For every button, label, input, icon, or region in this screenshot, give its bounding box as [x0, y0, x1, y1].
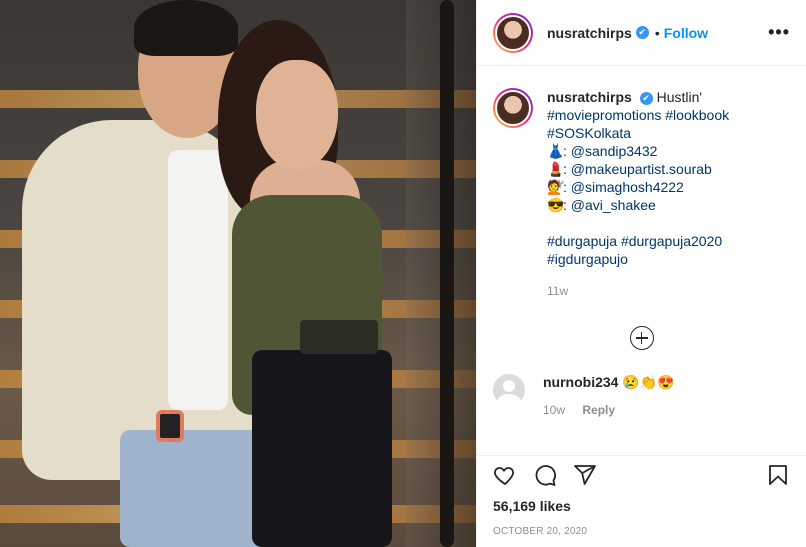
credit-handle[interactable]: @avi_shakee — [571, 197, 656, 213]
more-options-icon[interactable]: ••• — [768, 22, 790, 43]
comment-meta: 10w Reply — [543, 403, 675, 417]
credit-line: 💇: @simaghosh4222 — [547, 179, 684, 195]
caption-text: Hustlin' — [656, 89, 703, 105]
watch — [156, 410, 184, 442]
comment-line: nurnobi234 😢👏😍 — [543, 374, 675, 391]
reply-button[interactable]: Reply — [582, 403, 615, 417]
woman-pants — [252, 350, 392, 547]
avatar-image — [495, 14, 531, 51]
comment-item: nurnobi234 😢👏😍 10w Reply — [493, 374, 790, 417]
caption: nusratchirps ✔ Hustlin' #moviepromotions… — [493, 88, 790, 300]
post-header: nusratchirps ✔ • Follow ••• — [477, 0, 806, 66]
sunglasses-icon: 😎 — [547, 197, 565, 213]
caption-username[interactable]: nusratchirps — [547, 89, 632, 105]
woman-face — [256, 60, 338, 170]
caption-timestamp[interactable]: 11w — [547, 282, 729, 300]
man-hair — [134, 0, 238, 56]
credit-handle[interactable]: @makeupartist.sourab — [571, 161, 712, 177]
credit-handle[interactable]: @simaghosh4222 — [571, 179, 684, 195]
follow-button[interactable]: Follow — [664, 25, 708, 41]
man-jeans — [120, 430, 270, 547]
comment-body: nurnobi234 😢👏😍 10w Reply — [543, 374, 675, 417]
action-icons — [493, 458, 790, 492]
caption-hashtags-1[interactable]: #moviepromotions #lookbook — [547, 106, 729, 124]
action-bar: 56,169 likes OCTOBER 20, 2020 — [477, 455, 806, 537]
caption-hashtags-3[interactable]: #durgapuja #durgapuja2020 — [547, 232, 729, 250]
load-more-icon[interactable] — [629, 326, 654, 350]
lipstick-icon: 💄 — [547, 161, 565, 177]
post-photo[interactable] — [0, 0, 476, 547]
comments-area[interactable]: nusratchirps ✔ Hustlin' #moviepromotions… — [477, 66, 806, 455]
caption-first-line: nusratchirps ✔ Hustlin' — [547, 88, 729, 106]
credit-handle[interactable]: @sandip3432 — [571, 143, 658, 159]
post-dialog: nusratchirps ✔ • Follow ••• nusratchirps… — [0, 0, 806, 547]
likes-count[interactable]: 56,169 likes — [493, 498, 790, 514]
handrail — [440, 0, 454, 547]
credit-line: 😎: @avi_shakee — [547, 197, 656, 213]
caption-hashtags-4[interactable]: #igdurgapujo — [547, 250, 729, 268]
post-date[interactable]: OCTOBER 20, 2020 — [493, 526, 790, 537]
commenter-avatar[interactable] — [493, 374, 525, 406]
comment-icon[interactable] — [533, 463, 557, 487]
caption-hashtags-2[interactable]: #SOSKolkata — [547, 124, 729, 142]
separator-dot: • — [654, 24, 660, 41]
caption-body: nusratchirps ✔ Hustlin' #moviepromotions… — [547, 88, 729, 300]
credit-line: 👗: @sandip3432 — [547, 143, 658, 159]
comment-text: 😢👏😍 — [622, 374, 675, 390]
avatar-image — [495, 90, 531, 126]
dress-icon: 👗 — [547, 143, 565, 159]
comment-timestamp[interactable]: 10w — [543, 403, 565, 417]
woman-belt — [300, 320, 378, 354]
comment-username[interactable]: nurnobi234 — [543, 374, 618, 390]
man-shirt — [168, 150, 228, 410]
caption-avatar[interactable] — [493, 88, 533, 128]
credit-line: 💄: @makeupartist.sourab — [547, 161, 712, 177]
avatar[interactable] — [493, 12, 533, 53]
share-icon[interactable] — [573, 463, 597, 487]
verified-icon: ✔ — [635, 26, 649, 39]
bookmark-icon[interactable] — [766, 463, 790, 487]
post-sidebar: nusratchirps ✔ • Follow ••• nusratchirps… — [476, 0, 806, 547]
verified-icon: ✔ — [639, 91, 653, 105]
haircut-icon: 💇 — [547, 179, 565, 195]
heart-icon[interactable] — [493, 463, 517, 487]
header-username[interactable]: nusratchirps — [547, 25, 632, 41]
